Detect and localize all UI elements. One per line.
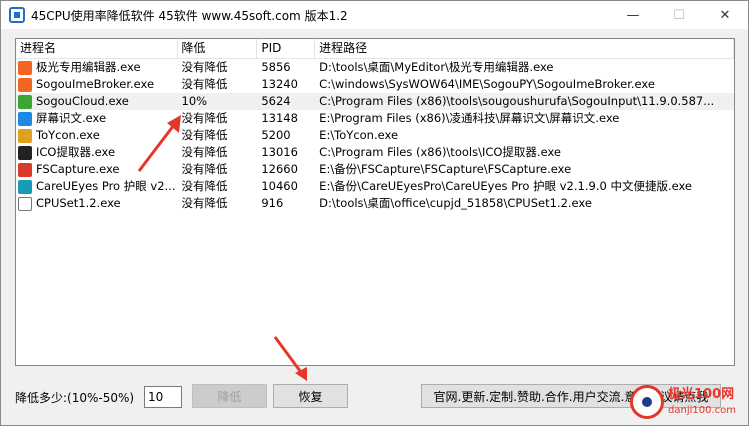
watermark-logo-icon <box>630 385 664 419</box>
reduce-amount-label: 降低多少:(10%-50%) <box>15 391 135 405</box>
maximize-button[interactable]: ☐ <box>656 1 702 29</box>
window-controls: — ☐ ✕ <box>610 1 748 29</box>
reduce-cell: 没有降低 <box>181 162 228 176</box>
process-name-cell: SogouCloud.exe <box>16 93 178 110</box>
reduce-button[interactable]: 降低 <box>192 384 267 408</box>
ico-extractor-icon <box>18 145 32 160</box>
reduce-cell: 10% <box>181 94 208 108</box>
process-name: SogouCloud.exe <box>36 94 129 108</box>
process-name-cell: 屏幕识文.exe <box>16 110 178 127</box>
process-name-cell: CPUSet1.2.exe <box>16 195 178 212</box>
list-header: 进程名 降低 PID 进程路径 <box>16 39 734 59</box>
pid-cell: 916 <box>261 196 284 210</box>
close-button[interactable]: ✕ <box>702 1 748 29</box>
column-header-pid[interactable]: PID <box>257 39 316 59</box>
process-name: CPUSet1.2.exe <box>36 196 121 210</box>
reduce-cell: 没有降低 <box>181 179 228 193</box>
process-name-cell: FSCapture.exe <box>16 161 178 178</box>
blank-file-icon <box>18 196 32 211</box>
watermark-title: 极光100网 <box>668 387 735 402</box>
title-bar: 45CPU使用率降低软件 45软件 www.45soft.com 版本1.2 —… <box>1 1 748 29</box>
app-icon <box>9 7 25 23</box>
process-name: CareUEyes Pro 护眼 v2... <box>36 179 176 193</box>
process-list[interactable]: 进程名 降低 PID 进程路径 极光专用编辑器.exe 没有降低 5856 D:\to… <box>15 38 735 366</box>
process-name: 极光专用编辑器.exe <box>36 60 141 74</box>
table-row[interactable]: CareUEyes Pro 护眼 v2... 没有降低 10460 E:\备份\Car… <box>16 178 734 195</box>
path-cell: E:\ToYcon.exe <box>319 128 399 142</box>
table-row[interactable]: SogouImeBroker.exe 没有降低 13240 C:\windows\Sy… <box>16 76 734 93</box>
table-row[interactable]: 极光专用编辑器.exe 没有降低 5856 D:\tools\桌面\MyEditor\… <box>16 59 734 76</box>
process-name-cell: 极光专用编辑器.exe <box>16 59 178 76</box>
table-row[interactable]: ToYcon.exe 没有降低 5200 E:\ToYcon.exe <box>16 127 734 144</box>
watermark: 极光100网 danji100.com <box>628 381 746 425</box>
app-window: 45CPU使用率降低软件 45软件 www.45soft.com 版本1.2 —… <box>0 0 749 426</box>
column-header-reduce[interactable]: 降低 <box>178 39 258 59</box>
list-body: 极光专用编辑器.exe 没有降低 5856 D:\tools\桌面\MyEditor\… <box>16 59 734 212</box>
path-cell: E:\备份\CareUEyesPro\CareUEyes Pro 护眼 v2.1… <box>319 179 693 193</box>
process-name: SogouImeBroker.exe <box>36 77 155 91</box>
process-name: FSCapture.exe <box>36 162 120 176</box>
path-cell: D:\tools\桌面\MyEditor\极光专用编辑器.exe <box>319 60 554 74</box>
table-row[interactable]: 屏幕识文.exe 没有降低 13148 E:\Program Files (x86)\… <box>16 110 734 127</box>
process-name-cell: CareUEyes Pro 护眼 v2... <box>16 178 178 195</box>
pid-cell: 12660 <box>261 162 298 176</box>
minimize-button[interactable]: — <box>610 1 656 29</box>
reduce-cell: 没有降低 <box>181 111 228 125</box>
toycon-icon <box>18 128 32 143</box>
process-name-cell: ICO提取器.exe <box>16 144 178 161</box>
reduce-cell: 没有降低 <box>181 60 228 74</box>
process-name-cell: ToYcon.exe <box>16 127 178 144</box>
pid-cell: 5856 <box>261 60 291 74</box>
path-cell: E:\Program Files (x86)\凌通科技\屏幕识文\屏幕识文.ex… <box>319 111 620 125</box>
reduce-cell: 没有降低 <box>181 128 228 142</box>
process-name-cell: SogouImeBroker.exe <box>16 76 178 93</box>
sogou-s-icon <box>18 60 32 75</box>
pid-cell: 13240 <box>261 77 298 91</box>
watermark-url: danji100.com <box>668 405 736 416</box>
pid-cell: 5624 <box>261 94 291 108</box>
table-row[interactable]: FSCapture.exe 没有降低 12660 E:\备份\FSCapture\FS… <box>16 161 734 178</box>
path-cell: E:\备份\FSCapture\FSCapture\FSCapture.exe <box>319 162 572 176</box>
reduce-cell: 没有降低 <box>181 196 228 210</box>
reduce-amount-input[interactable] <box>144 386 182 408</box>
column-header-name[interactable]: 进程名 <box>16 39 178 59</box>
pid-cell: 10460 <box>261 179 298 193</box>
reduce-cell: 没有降低 <box>181 77 228 91</box>
table-row[interactable]: CPUSet1.2.exe 没有降低 916 D:\tools\桌面\office\c… <box>16 195 734 212</box>
fscapture-icon <box>18 162 32 177</box>
reduce-cell: 没有降低 <box>181 145 228 159</box>
pid-cell: 5200 <box>261 128 291 142</box>
path-cell: C:\Program Files (x86)\tools\ICO提取器.exe <box>319 145 561 159</box>
window-title: 45CPU使用率降低软件 45软件 www.45soft.com 版本1.2 <box>31 8 348 23</box>
process-name: ToYcon.exe <box>36 128 100 142</box>
t-letter-icon <box>18 111 32 126</box>
eye-icon <box>18 179 32 194</box>
process-name: ICO提取器.exe <box>36 145 116 159</box>
sogou-cloud-icon <box>18 94 32 109</box>
restore-button[interactable]: 恢复 <box>273 384 348 408</box>
path-cell: D:\tools\桌面\office\cupjd_51858\CPUSet1.2… <box>319 196 592 210</box>
column-header-path[interactable]: 进程路径 <box>315 39 734 59</box>
table-row[interactable]: ICO提取器.exe 没有降低 13016 C:\Program Files (x86… <box>16 144 734 161</box>
path-cell: C:\windows\SysWOW64\IME\SogouPY\SogouIme… <box>319 77 655 91</box>
table-row[interactable]: SogouCloud.exe 10% 5624 C:\Program Files (x… <box>16 93 734 110</box>
pid-cell: 13148 <box>261 111 298 125</box>
process-name: 屏幕识文.exe <box>36 111 107 125</box>
sogou-s-icon <box>18 77 32 92</box>
path-cell: C:\Program Files (x86)\tools\sougoushuru… <box>319 94 715 108</box>
pid-cell: 13016 <box>261 145 298 159</box>
